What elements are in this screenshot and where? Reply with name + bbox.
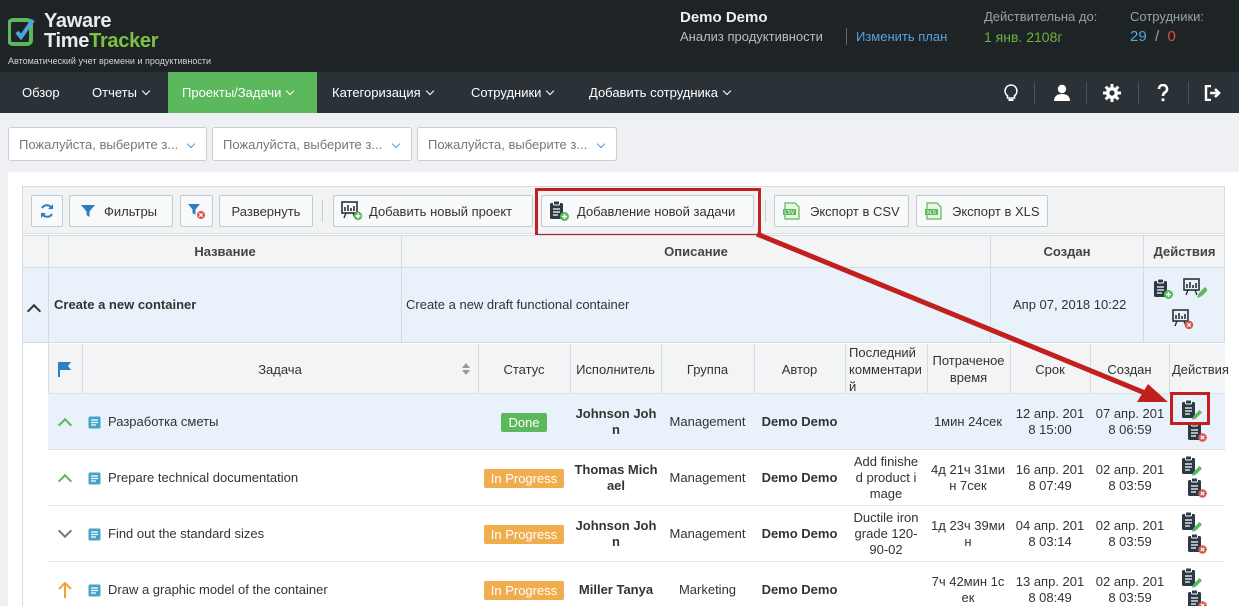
annotation-arrow (756, 231, 1168, 402)
